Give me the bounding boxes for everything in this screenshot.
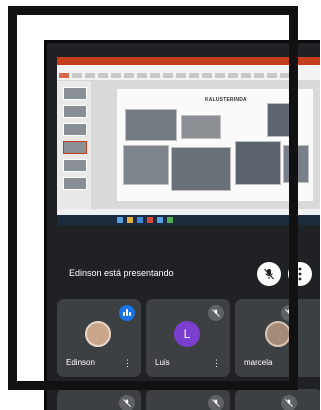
mic-off-icon bbox=[208, 395, 224, 410]
ppt-ribbon bbox=[57, 65, 320, 81]
participant-tile[interactable]: L Luis ⋮ bbox=[146, 299, 230, 377]
ppt-titlebar bbox=[57, 57, 320, 65]
participant-name: Edinson bbox=[66, 358, 95, 367]
slide-thumbnail bbox=[63, 105, 87, 118]
presenter-text: Edinson está presentando bbox=[69, 268, 174, 278]
mic-off-icon bbox=[281, 395, 297, 410]
current-slide: KALUSTERINDA bbox=[117, 89, 313, 201]
slide-thumbnail bbox=[63, 159, 87, 172]
mic-off-icon bbox=[208, 305, 224, 321]
meet-window: KALUSTERINDA Edinson está presentando Ed… bbox=[44, 40, 320, 410]
avatar bbox=[265, 321, 291, 347]
mic-off-icon bbox=[119, 395, 135, 410]
outer-frame-top bbox=[8, 6, 298, 15]
slide-photo bbox=[181, 115, 221, 139]
slide-thumbnail bbox=[63, 87, 87, 100]
participant-tile[interactable] bbox=[146, 389, 230, 410]
slide-thumbnail-selected bbox=[63, 141, 87, 154]
participant-tile[interactable]: marcela bbox=[235, 299, 320, 377]
slide-photo bbox=[125, 109, 177, 141]
participant-name: marcela bbox=[244, 358, 273, 367]
slide-area: KALUSTERINDA bbox=[91, 81, 320, 209]
mic-off-icon[interactable] bbox=[257, 262, 281, 286]
slide-thumbnail bbox=[63, 123, 87, 136]
participant-tile[interactable] bbox=[235, 389, 320, 410]
slide-title: KALUSTERINDA bbox=[205, 97, 247, 103]
shared-screen: KALUSTERINDA bbox=[57, 57, 320, 225]
participant-tile[interactable] bbox=[57, 389, 141, 410]
avatar: L bbox=[174, 321, 200, 347]
windows-taskbar bbox=[57, 215, 320, 225]
speaking-indicator-icon bbox=[119, 305, 135, 321]
participant-name: Luis bbox=[155, 358, 170, 367]
avatar bbox=[85, 321, 111, 347]
outer-frame-right bbox=[289, 6, 298, 390]
slide-thumbnail bbox=[63, 177, 87, 190]
participant-tile[interactable]: Edinson ⋮ bbox=[57, 299, 141, 377]
more-options-icon[interactable]: ⋮ bbox=[123, 359, 132, 368]
slide-thumbnails bbox=[57, 81, 91, 209]
presenter-bar: Edinson está presentando bbox=[47, 259, 320, 289]
more-options-icon[interactable]: ⋮ bbox=[212, 359, 221, 368]
slide-photo bbox=[171, 147, 231, 191]
outer-frame-bottom bbox=[8, 381, 298, 390]
slide-photo bbox=[123, 145, 169, 185]
slide-photo bbox=[235, 141, 281, 185]
